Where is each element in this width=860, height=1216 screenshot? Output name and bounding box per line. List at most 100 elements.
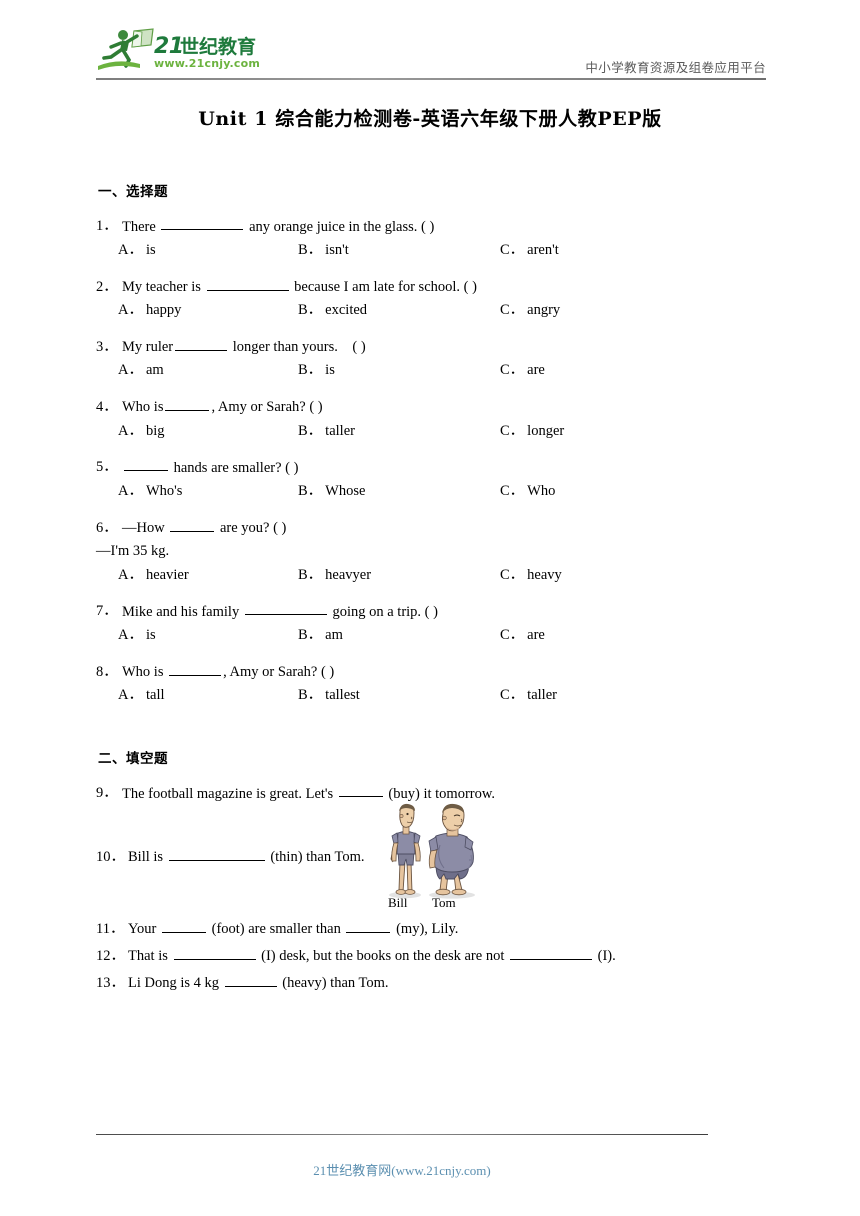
question-text-post: any orange juice in the glass. ( ) <box>245 218 435 235</box>
question-10: 10． Bill is (thin) than Tom. <box>96 846 364 864</box>
page-header: 21 世纪教育 www.21cnjy.com 中小学教育资源及组卷应用平台 <box>96 26 766 78</box>
question-11: 11． Your (foot) are smaller than (my), Li… <box>96 918 776 936</box>
option-key: A． <box>118 687 143 704</box>
page-title: Unit 1 综合能力检测卷-英语六年级下册人教PEP版 <box>198 108 662 130</box>
option-a[interactable]: A． tall <box>118 688 165 703</box>
option-a[interactable]: A． happy <box>118 303 181 318</box>
question-13: 13． Li Dong is 4 kg (heavy) than Tom. <box>96 972 776 992</box>
option-a[interactable]: A． is <box>118 628 156 643</box>
question-number: 1． <box>96 218 118 235</box>
answer-blank[interactable] <box>206 276 289 291</box>
option-key: C． <box>500 482 525 499</box>
answer-blank[interactable] <box>165 396 210 412</box>
question-5: 5． hands are smaller? ( ) <box>96 457 776 475</box>
option-a[interactable]: A． am <box>118 363 164 378</box>
options-row-2: A． happy B． excited C． angry <box>96 303 776 322</box>
question-text-pre: Who is <box>122 663 168 680</box>
option-key: C． <box>500 566 525 583</box>
svg-text:世纪教育: 世纪教育 <box>180 35 256 58</box>
option-c[interactable]: C． angry <box>500 303 560 318</box>
option-text: tall <box>145 687 165 704</box>
option-text: aren't <box>527 241 559 258</box>
answer-blank[interactable] <box>161 918 206 933</box>
answer-blank[interactable] <box>173 945 256 960</box>
options-row-3: A． am B． is C． are <box>96 363 776 382</box>
footer-link[interactable]: 21世纪教育网(www.21cnjy.com) <box>96 1160 708 1179</box>
option-c[interactable]: C． aren't <box>500 243 559 258</box>
option-text: big <box>145 422 165 439</box>
option-a[interactable]: A． heavier <box>118 567 189 583</box>
question-text-pre: The football magazine is great. Let's <box>122 785 337 802</box>
section-heading-choice: 一、选择题 <box>98 184 168 200</box>
option-text: longer <box>527 422 565 439</box>
answer-blank[interactable] <box>346 918 391 933</box>
option-text: are <box>527 626 545 643</box>
question-text-mid: (I) desk, but the books on the desk are … <box>257 947 508 964</box>
question-text-pre: My ruler <box>122 338 174 355</box>
answer-blank[interactable] <box>168 846 265 861</box>
question-7: 7． Mike and his family going on a trip. (… <box>96 601 776 619</box>
option-key: C． <box>500 626 525 643</box>
question-number: 7． <box>96 603 118 620</box>
question-text-post: going on a trip. ( ) <box>328 603 438 620</box>
option-key: B． <box>298 241 323 258</box>
answer-blank[interactable] <box>244 601 327 616</box>
option-b[interactable]: B． am <box>298 628 343 643</box>
option-text: heavyer <box>325 566 372 583</box>
option-c[interactable]: C． heavy <box>500 566 562 583</box>
question-text-mid: (foot) are smaller than <box>207 920 345 937</box>
option-b[interactable]: B． is <box>298 363 335 378</box>
option-a[interactable]: A． big <box>118 422 165 439</box>
document-page: 21 世纪教育 www.21cnjy.com 中小学教育资源及组卷应用平台 Un… <box>0 0 860 1216</box>
option-c[interactable]: C． Who <box>500 484 555 499</box>
option-c[interactable]: C． longer <box>500 422 565 439</box>
svg-text:www.21cnjy.com: www.21cnjy.com <box>154 57 260 70</box>
option-a[interactable]: A． Who's <box>118 484 182 499</box>
answer-blank[interactable] <box>509 945 592 960</box>
option-b[interactable]: B． excited <box>298 303 367 318</box>
option-text: is <box>325 362 335 379</box>
option-text: Who <box>527 482 556 499</box>
answer-blank[interactable] <box>338 783 383 798</box>
option-c[interactable]: C． taller <box>500 688 557 703</box>
option-key: B． <box>298 302 323 319</box>
question-text-pre: Who is <box>122 399 164 416</box>
option-b[interactable]: B． tallest <box>298 688 360 703</box>
option-text: am <box>325 626 343 643</box>
question-text-pre: Li Dong is 4 kg <box>128 975 223 992</box>
question-text-post: (I). <box>593 947 616 964</box>
answer-blank[interactable] <box>169 661 222 676</box>
answer-blank[interactable] <box>224 972 277 988</box>
answer-blank[interactable] <box>170 517 215 532</box>
option-c[interactable]: C． are <box>500 363 545 378</box>
question-12: 12． That is (I) desk, but the books on th… <box>96 945 776 964</box>
document-body: 一、选择题 1． There any orange juice in the gl… <box>96 184 776 1000</box>
option-b[interactable]: B． isn't <box>298 243 349 258</box>
option-key: A． <box>118 362 143 379</box>
bill-and-tom-illustration <box>374 802 490 910</box>
question-number: 9． <box>96 785 118 802</box>
option-text: is <box>145 241 156 258</box>
answer-blank[interactable] <box>175 336 228 351</box>
question-number: 13． <box>96 975 125 992</box>
options-row-6: A． heavier B． heavyer C． heavy <box>96 566 776 587</box>
question-text-pre: There <box>122 218 160 235</box>
option-b[interactable]: B． taller <box>298 423 355 439</box>
question-text-post: (thin) than Tom. <box>266 848 365 865</box>
option-b[interactable]: B． Whose <box>298 484 365 499</box>
header-tagline: 中小学教育资源及组卷应用平台 <box>585 60 766 75</box>
option-key: C． <box>500 362 525 379</box>
option-text: heavy <box>527 566 562 583</box>
option-key: B． <box>298 687 323 704</box>
option-key: C． <box>500 241 525 258</box>
answer-blank[interactable] <box>161 216 244 231</box>
option-b[interactable]: B． heavyer <box>298 566 372 583</box>
question-number: 2． <box>96 278 118 295</box>
option-a[interactable]: A． is <box>118 243 156 258</box>
question-number: 11． <box>96 920 125 937</box>
answer-blank[interactable] <box>124 457 168 472</box>
option-text: tallest <box>325 687 360 704</box>
option-key: A． <box>118 626 143 643</box>
option-c[interactable]: C． are <box>500 628 545 643</box>
option-text: happy <box>145 302 182 319</box>
